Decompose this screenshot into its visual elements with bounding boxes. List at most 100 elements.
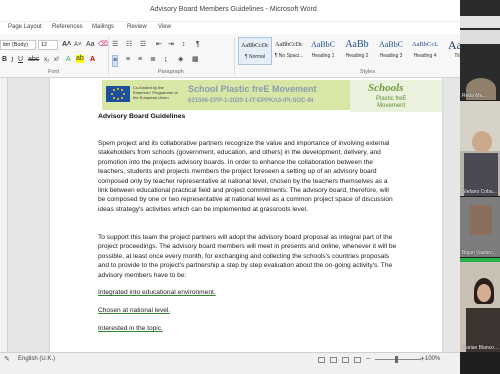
active-speaker-indicator (460, 258, 500, 262)
participant-tile[interactable]: Bojan Vasilev... (460, 197, 500, 257)
banner-title: School Plastic freE Movement (188, 84, 317, 94)
sort-icon[interactable]: ↕ (182, 40, 186, 50)
word-app: Advisory Board Members Guidelines - Micr… (0, 0, 500, 374)
zoom-slider[interactable] (375, 359, 421, 360)
paragraph-1: Spem project and its collaborative partn… (98, 140, 393, 213)
tab-review[interactable]: Review (127, 24, 147, 30)
font-size-box[interactable]: 12 (38, 40, 58, 50)
style-preview: AaBbCcDc (241, 43, 269, 49)
title-bar: Advisory Board Members Guidelines - Micr… (0, 0, 460, 22)
text-effects-icon[interactable]: A (66, 55, 71, 65)
style-preview: AaBb (345, 39, 369, 50)
style-heading-3[interactable]: AaBbC Heading 3 (374, 37, 408, 65)
style-name: Heading 1 (311, 53, 335, 59)
participant-tile[interactable]: Marian Blanco... (460, 258, 500, 352)
video-call-panel: Reda Ma... Stefano Cobu... Bojan Vasilev… (460, 0, 500, 374)
window-title: Advisory Board Members Guidelines - Micr… (150, 6, 317, 13)
logo-sub1: Plastic freE (376, 96, 407, 102)
tab-references[interactable]: References (52, 24, 83, 30)
show-marks-icon[interactable]: ¶ (196, 40, 200, 50)
participant-name: Reda Ma... (462, 93, 487, 99)
logo-sub-text: Plastic freE Movement (376, 96, 406, 110)
borders-icon[interactable]: ▦ (192, 55, 199, 65)
zoom-level[interactable]: 100% (425, 356, 440, 362)
outline-icon[interactable] (354, 357, 361, 363)
window-strip (460, 16, 500, 28)
window-strip (460, 30, 500, 44)
banner-code: 621506-EPP-1-2020-1-IT-EPPKA3-IPI-SOC-IN (188, 98, 314, 104)
full-screen-icon[interactable] (330, 357, 337, 363)
font-name-box[interactable]: ibri (Body) (0, 40, 36, 50)
list-item: Chosen at national level. (98, 307, 171, 314)
list-item: Interested in the topic. (98, 325, 163, 332)
document-page[interactable]: Co-funded by the Erasmus+ Programme of t… (50, 78, 442, 352)
font-group-label: Font (48, 69, 60, 75)
document-area: Co-funded by the Erasmus+ Programme of t… (0, 78, 460, 352)
justify-icon[interactable]: ≣ (150, 55, 156, 65)
logo-sub2: Movement (377, 103, 406, 109)
increase-indent-icon[interactable]: ⇥ (168, 40, 174, 50)
numbering-icon[interactable]: ☷ (126, 40, 132, 50)
document-heading: Advisory Board Guidelines (98, 113, 186, 120)
eu-cofunded-text: Co-funded by the Erasmus+ Programme of t… (133, 85, 178, 100)
ribbon-separator (108, 37, 109, 75)
project-banner: Co-funded by the Erasmus+ Programme of t… (102, 80, 442, 112)
decrease-indent-icon[interactable]: ⇤ (156, 40, 162, 50)
tab-mailings[interactable]: Mailings (92, 24, 114, 30)
paragraph-2: To support this team the project partner… (98, 234, 397, 279)
align-left-icon[interactable]: ≡ (112, 55, 119, 67)
style-normal[interactable]: AaBbCcDc ¶ Normal (238, 37, 272, 65)
align-right-icon[interactable]: ≡ (138, 55, 142, 65)
participant-name: Marian Blanco... (462, 345, 499, 351)
style-preview: AaBbCcL (411, 41, 439, 48)
shading-icon[interactable]: ◈ (178, 55, 183, 65)
style-heading-4[interactable]: AaBbCcL Heading 4 (408, 37, 442, 65)
style-name: Heading 2 (345, 53, 369, 59)
clear-format-icon[interactable]: ⌫ (98, 40, 108, 50)
participant-tile[interactable]: Reda Ma... (460, 0, 500, 100)
shrink-font-icon[interactable]: A˅ (74, 40, 82, 50)
style-preview: AaBbCcDc (275, 42, 303, 48)
logo-main-text: Schools (368, 82, 404, 94)
bullets-icon[interactable]: ☰ (112, 40, 118, 50)
style-heading-1[interactable]: AaBbC Heading 1 (306, 37, 340, 65)
italic-icon[interactable]: I (11, 55, 13, 65)
language-indicator[interactable]: English (U.K.) (18, 356, 55, 362)
list-item: Integrated into educational environment. (98, 289, 216, 296)
style-name: Heading 3 (379, 53, 403, 59)
styles-group-label: Styles (360, 69, 375, 75)
change-case-icon[interactable]: Aa (86, 40, 95, 50)
participant-name: Bojan Vasilev... (462, 250, 496, 256)
ribbon: ibri (Body) 12 A˄ A˅ Aa ⌫ B I U abc x₂ x… (0, 34, 470, 78)
zoom-in-icon[interactable]: + (420, 354, 425, 363)
print-layout-icon[interactable] (318, 357, 325, 363)
superscript-icon[interactable]: x² (54, 55, 59, 65)
strikethrough-icon[interactable]: abc (28, 55, 39, 65)
participant-face (472, 131, 492, 153)
style-preview: AaBbC (379, 40, 403, 49)
style-no-spaci[interactable]: AaBbCcDc ¶ No Spaci... (272, 37, 306, 65)
grow-font-icon[interactable]: A˄ (62, 40, 71, 50)
underline-icon[interactable]: U (18, 55, 23, 65)
line-spacing-icon[interactable]: ↨ (164, 55, 168, 65)
zoom-out-icon[interactable]: − (366, 354, 371, 363)
multilevel-list-icon[interactable]: ☲ (140, 40, 146, 50)
eu-flag-icon (106, 86, 130, 102)
proofing-icon[interactable]: ✎ (4, 355, 10, 365)
bold-icon[interactable]: B (2, 55, 7, 65)
tab-page-layout[interactable]: Page Layout (8, 24, 42, 30)
style-heading-2[interactable]: AaBb Heading 2 (340, 37, 374, 65)
tab-view[interactable]: View (158, 24, 171, 30)
highlight-icon[interactable]: ab (76, 55, 84, 63)
zoom-slider-thumb[interactable] (395, 356, 398, 363)
participant-face (477, 284, 491, 302)
style-name: ¶ Normal (244, 54, 266, 60)
web-layout-icon[interactable] (342, 357, 349, 363)
participant-name: Stefano Cobu... (462, 189, 497, 195)
subscript-icon[interactable]: x₂ (44, 55, 49, 65)
participant-person (470, 205, 492, 235)
align-center-icon[interactable]: ≡ (126, 55, 130, 65)
participant-tile[interactable]: Stefano Cobu... (460, 101, 500, 196)
status-bar: ✎ English (U.K.) − + 100% (0, 352, 460, 374)
font-color-icon[interactable]: A (90, 55, 95, 65)
